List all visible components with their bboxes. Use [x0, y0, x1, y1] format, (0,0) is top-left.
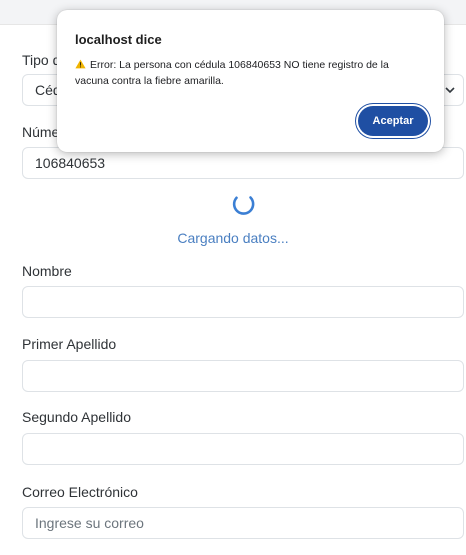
accept-button[interactable]: Aceptar	[358, 106, 428, 136]
document-type-label: Tipo d	[22, 52, 61, 68]
name-input[interactable]	[22, 286, 464, 318]
email-label: Correo Electrónico	[22, 484, 138, 500]
chevron-down-icon	[445, 87, 455, 94]
loading-spinner-icon	[232, 196, 255, 215]
first-surname-label: Primer Apellido	[22, 336, 117, 352]
email-input[interactable]: Ingrese su correo	[22, 507, 464, 539]
second-surname-label: Segundo Apellido	[22, 409, 131, 425]
loading-text: Cargando datos...	[177, 230, 289, 246]
email-placeholder: Ingrese su correo	[35, 515, 144, 531]
second-surname-input[interactable]	[22, 433, 464, 465]
dialog-title: localhost dice	[75, 32, 162, 47]
warning-icon	[75, 59, 86, 69]
document-number-value: 106840653	[35, 155, 106, 171]
dialog-message: Error: La persona con cédula 106840653 N…	[75, 57, 425, 89]
name-label: Nombre	[22, 263, 72, 279]
first-surname-input[interactable]	[22, 360, 464, 392]
dialog-message-text: Error: La persona con cédula 106840653 N…	[75, 59, 389, 87]
document-number-label: Núme	[22, 124, 60, 140]
alert-dialog: localhost dice Error: La persona con céd…	[57, 10, 444, 152]
